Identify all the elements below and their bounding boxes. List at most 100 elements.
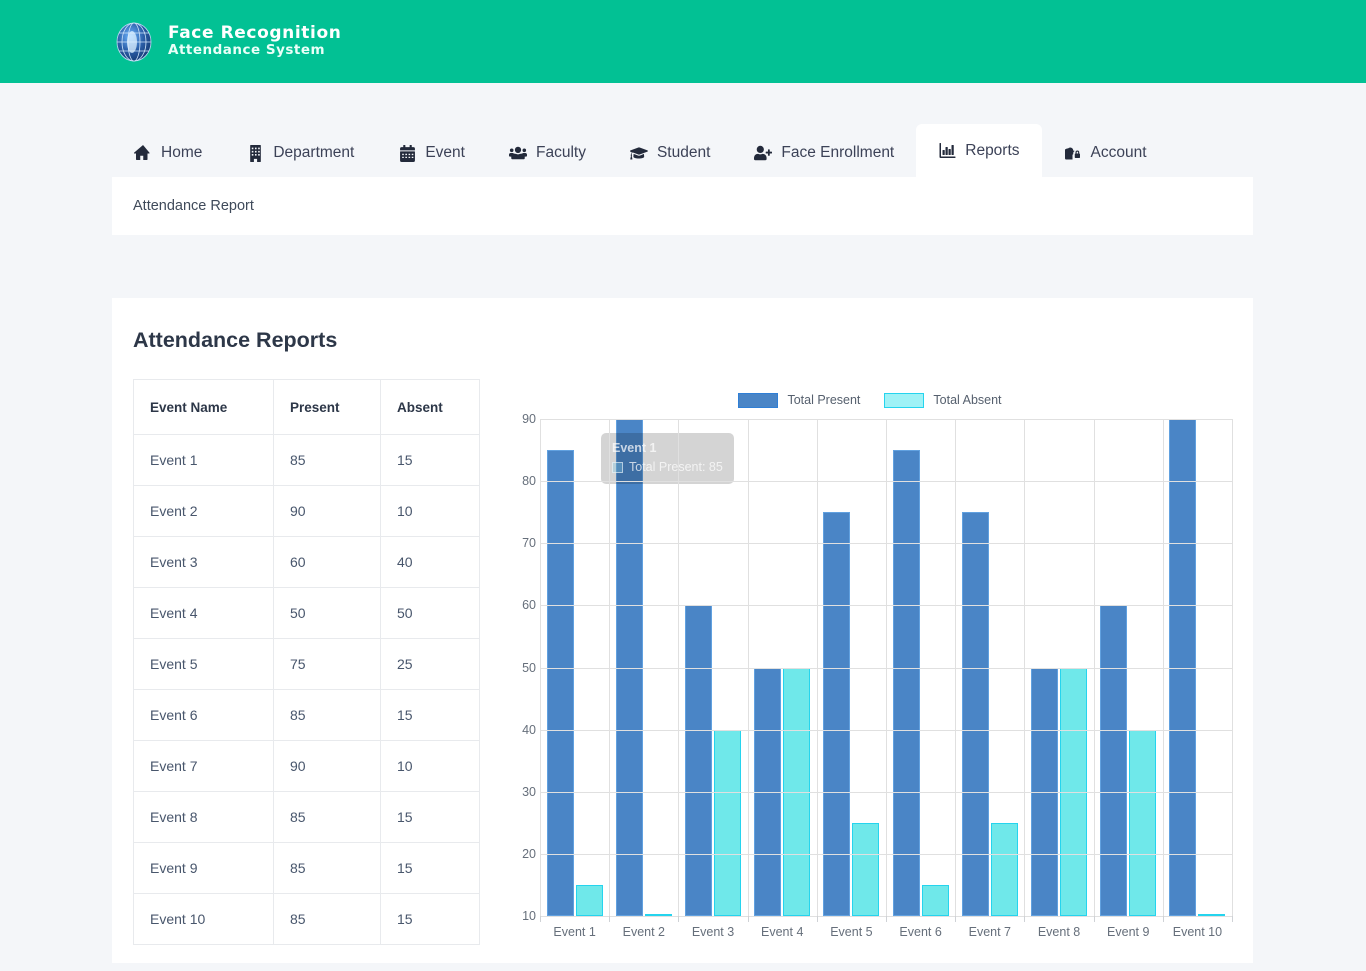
grid-line-vertical [1024, 419, 1026, 916]
x-axis-tick-label: Event 5 [830, 925, 873, 939]
x-axis-tick [1093, 916, 1095, 922]
user-lock-icon [1064, 144, 1082, 162]
tab-label: Account [1090, 144, 1147, 161]
users-icon [508, 144, 527, 162]
x-axis-tick-label: Event 10 [1172, 925, 1223, 939]
app-header: Face Recognition Attendance System [0, 0, 1366, 83]
tab-label: Reports [965, 141, 1020, 159]
cell-event-name: Event 5 [133, 638, 274, 690]
tab-label: Home [161, 144, 203, 161]
cell-present: 75 [273, 638, 381, 690]
table-body: Event 1 85 15 Event 2 90 10 Event 3 60 40 Even… [133, 434, 480, 945]
building-icon [246, 144, 264, 162]
x-axis-tick [886, 916, 887, 922]
column-header-event-name: Event Name [133, 379, 274, 435]
bar-total-present[interactable] [685, 605, 712, 916]
grid-line-vertical [1232, 419, 1233, 916]
x-axis-tick [678, 916, 680, 922]
y-axis-tick-label: 50 [522, 660, 536, 675]
x-axis-tick-label: Event 4 [761, 925, 804, 939]
brand-logo[interactable]: Face Recognition Attendance System [112, 20, 341, 64]
cell-event-name: Event 9 [133, 842, 274, 894]
cell-present: 85 [273, 842, 381, 894]
cell-event-name: Event 8 [133, 791, 274, 843]
tab-faculty[interactable]: Faculty [487, 129, 608, 177]
tab-account[interactable]: Account [1042, 129, 1169, 177]
chart-plot-area: 10 20 30 40 50 60 70 80 90 Event 1 Total Present… [522, 412, 1233, 923]
cell-absent: 15 [380, 893, 480, 945]
tab-student[interactable]: Student [608, 129, 732, 177]
table-row: Event 8 85 15 [133, 791, 480, 843]
grid-line-vertical [955, 419, 957, 916]
x-axis-tick-label: Event 6 [899, 925, 942, 939]
y-axis-tick-label: 60 [522, 598, 536, 613]
tab-department[interactable]: Department [224, 129, 376, 177]
table-row: Event 3 60 40 [133, 536, 480, 588]
legend-swatch-absent [884, 392, 925, 408]
bar-total-present[interactable] [546, 450, 574, 916]
cell-present: 85 [273, 791, 381, 843]
x-axis-tick-label: Event 9 [1107, 925, 1150, 939]
cell-event-name: Event 1 [133, 434, 274, 486]
main-navigation: Home Department Event Faculty Student Fa… [112, 123, 1253, 177]
cell-absent: 15 [380, 434, 480, 486]
tab-face-enrollment[interactable]: Face Enrollment [732, 129, 916, 177]
attendance-table-wrapper: Event Name Present Absent Event 1 85 15 Ev… [133, 379, 480, 945]
bar-total-present[interactable] [823, 512, 851, 916]
attendance-bar-chart: Total Present Total Absent 10 20 30 40 50 60 7… [508, 379, 1233, 945]
globe-icon [112, 20, 156, 64]
attendance-table: Event Name Present Absent Event 1 85 15 Ev… [133, 379, 480, 945]
cell-absent: 15 [380, 689, 480, 741]
bar-total-absent[interactable] [1129, 729, 1157, 916]
bar-total-present[interactable] [961, 512, 989, 916]
y-axis-tick-label: 90 [522, 412, 536, 426]
cell-event-name: Event 3 [133, 536, 274, 588]
tab-label: Department [273, 144, 355, 161]
bar-total-absent[interactable] [921, 884, 949, 916]
grid-line-vertical [1093, 419, 1095, 916]
breadcrumb-panel: Attendance Report [112, 177, 1253, 235]
cell-absent: 10 [380, 740, 480, 792]
legend-label: Total Absent [933, 393, 1002, 407]
legend-swatch-present [738, 392, 779, 408]
page-title: Attendance Reports [133, 328, 338, 352]
bar-total-absent[interactable] [714, 729, 741, 916]
cell-absent: 50 [380, 587, 480, 639]
cell-event-name: Event 4 [133, 587, 274, 639]
grid-line-vertical [886, 419, 887, 916]
grid-line-vertical [678, 419, 680, 916]
x-axis-tick [955, 916, 957, 922]
cell-present: 85 [273, 893, 381, 945]
breadcrumb: Attendance Report [133, 198, 254, 214]
bar-total-present[interactable] [1100, 605, 1128, 916]
legend-item-total-present[interactable]: Total Present [738, 392, 860, 408]
cell-absent: 15 [380, 791, 480, 843]
cell-absent: 10 [380, 485, 480, 537]
tab-home[interactable]: Home [112, 129, 224, 177]
bar-total-absent[interactable] [575, 884, 603, 916]
grid-line-vertical [1162, 419, 1164, 916]
tab-label: Face Enrollment [781, 144, 895, 161]
attendance-report-card: Attendance Reports Event Name Present Ab… [112, 298, 1253, 963]
cell-event-name: Event 6 [133, 689, 274, 741]
tab-event[interactable]: Event [376, 129, 487, 177]
legend-item-total-absent[interactable]: Total Absent [884, 392, 1002, 408]
bar-total-absent[interactable] [990, 822, 1018, 916]
table-row: Event 10 85 15 [133, 893, 480, 945]
tab-reports[interactable]: Reports [916, 124, 1042, 177]
table-row: Event 9 85 15 [133, 842, 480, 894]
bar-chart-icon [938, 142, 956, 160]
y-axis: 10 20 30 40 50 60 70 80 90 [506, 412, 536, 923]
table-row: Event 7 90 10 [133, 740, 480, 792]
bar-total-absent[interactable] [852, 822, 880, 916]
x-axis-tick-label: Event 8 [1037, 925, 1081, 939]
bar-total-present[interactable] [892, 450, 920, 916]
table-row: Event 6 85 15 [133, 689, 480, 741]
tab-label: Event [425, 144, 465, 161]
x-axis: Event 1 Event 2 Event 3 Event 4 Event 5 Event… [540, 925, 1232, 939]
x-axis-tick [1162, 916, 1164, 922]
x-axis-tick-label: Event 3 [691, 925, 735, 939]
grid-line-vertical [609, 419, 611, 916]
table-row: Event 4 50 50 [133, 587, 480, 639]
